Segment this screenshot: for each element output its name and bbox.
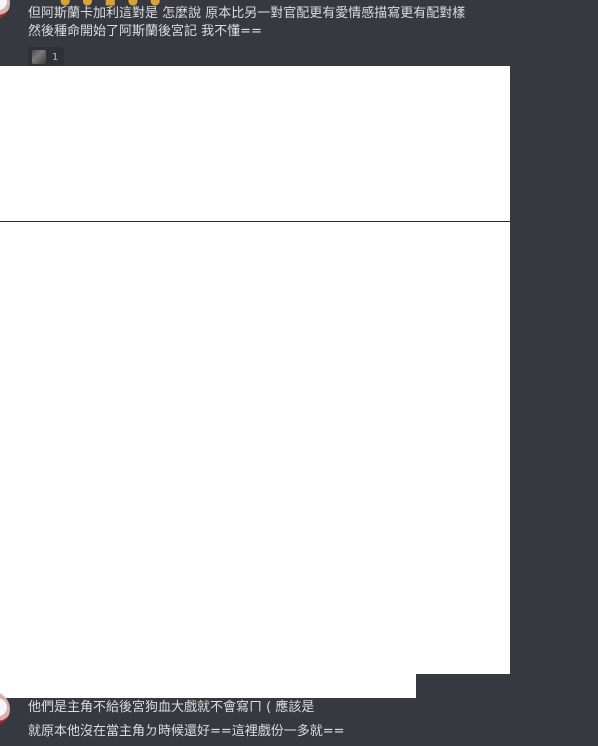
chat-message: ● ● ■ ● ● 但阿斯蘭卡加利這對是 怎麼說 原本比另一對官配更有愛情感描寫… [0,0,598,67]
reaction-count: 1 [52,51,59,63]
message-text-line: 然後種命開始了阿斯蘭後宮記 我不懂== [28,24,262,39]
image-attachment[interactable] [0,66,510,222]
chat-message: 他們是主角不給後宮狗血大戲就不會寫ㄇ ( 應該是 就原本他沒在當主角ㄉ時候還好=… [0,692,598,746]
image-attachment[interactable] [0,222,510,674]
reaction-button[interactable]: 1 [28,47,65,67]
reaction-emoji-icon [32,50,46,64]
image-attachment-tail [0,674,416,698]
message-text-line: 他們是主角不給後宮狗血大戲就不會寫ㄇ ( 應該是 [28,700,315,715]
message-text-line: 但阿斯蘭卡加利這對是 怎麼說 原本比另一對官配更有愛情感描寫更有配對樣 [28,6,466,21]
avatar[interactable] [0,692,10,726]
avatar[interactable] [0,0,10,20]
message-text-line: 就原本他沒在當主角ㄉ時候還好==這裡戲份一多就== [28,724,345,739]
